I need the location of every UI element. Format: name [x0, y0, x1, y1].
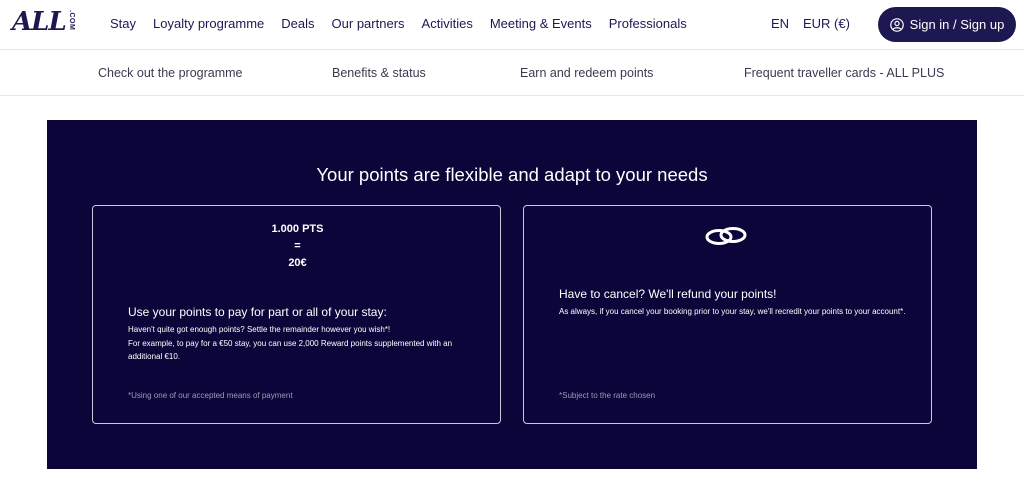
- pay-with-points-card: 1.000 PTS = 20€ Use your points to pay f…: [92, 205, 501, 424]
- points-flexible-section: Your points are flexible and adapt to yo…: [47, 120, 977, 469]
- card-heading: Use your points to pay for part or all o…: [128, 305, 387, 319]
- nav-item-professionals[interactable]: Professionals: [609, 16, 687, 32]
- subnav-item-frequent-traveller-cards[interactable]: Frequent traveller cards - ALL PLUS: [744, 66, 944, 81]
- user-icon: [889, 17, 904, 32]
- rings-icon: [705, 227, 747, 245]
- refund-points-card: Have to cancel? We'll refund your points…: [523, 205, 932, 424]
- sign-in-label: Sign in / Sign up: [909, 17, 1005, 32]
- nav-item-loyalty-programme[interactable]: Loyalty programme: [153, 16, 264, 32]
- equals-sign: =: [294, 240, 301, 252]
- language-selector[interactable]: EN: [771, 16, 789, 32]
- card-text: As always, if you cancel your booking pr…: [559, 307, 906, 316]
- logo-suffix: .COM: [67, 10, 75, 31]
- sub-nav: Check out the programme Benefits & statu…: [0, 51, 1024, 96]
- euro-value: 20€: [288, 257, 307, 269]
- nav-item-stay[interactable]: Stay: [110, 16, 136, 32]
- points-value-display: 1.000 PTS = 20€: [93, 221, 502, 272]
- logo-text: ALL: [12, 7, 67, 37]
- subnav-item-check-out-programme[interactable]: Check out the programme: [98, 66, 243, 81]
- main-nav: Stay Loyalty programme Deals Our partner…: [110, 16, 704, 32]
- nav-item-meeting-events[interactable]: Meeting & Events: [490, 16, 592, 32]
- card-heading: Have to cancel? We'll refund your points…: [559, 287, 777, 301]
- subnav-item-earn-redeem[interactable]: Earn and redeem points: [520, 66, 653, 81]
- currency-selector[interactable]: EUR (€): [803, 16, 850, 32]
- nav-item-deals[interactable]: Deals: [281, 16, 314, 32]
- sign-in-button[interactable]: Sign in / Sign up: [878, 7, 1016, 42]
- section-title: Your points are flexible and adapt to yo…: [316, 164, 708, 185]
- nav-item-our-partners[interactable]: Our partners: [332, 16, 405, 32]
- card-text-line-1: Haven't quite got enough points? Settle …: [128, 325, 391, 334]
- subnav-item-benefits-status[interactable]: Benefits & status: [332, 66, 426, 81]
- points-amount: 1.000 PTS: [271, 223, 324, 235]
- all-logo[interactable]: ALL .COM: [12, 8, 75, 36]
- card-footnote: *Subject to the rate chosen: [559, 391, 656, 400]
- card-text-line-2: For example, to pay for a €50 stay, you …: [128, 339, 453, 361]
- nav-item-activities[interactable]: Activities: [422, 16, 473, 32]
- card-footnote: *Using one of our accepted means of paym…: [128, 391, 293, 400]
- top-header: ALL .COM Stay Loyalty programme Deals Ou…: [0, 0, 1024, 50]
